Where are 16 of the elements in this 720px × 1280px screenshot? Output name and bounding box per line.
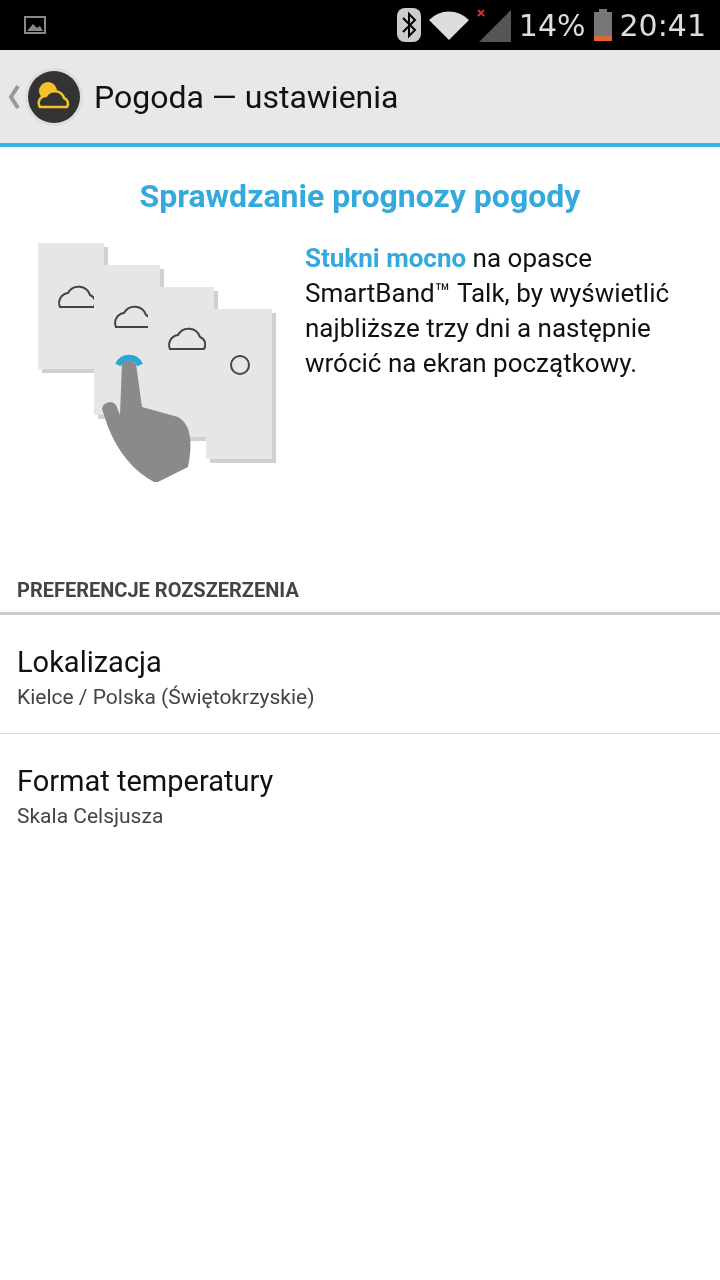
clock: 20:41 bbox=[619, 7, 706, 43]
image-icon bbox=[24, 16, 46, 34]
wifi-icon bbox=[428, 10, 469, 40]
bluetooth-icon bbox=[396, 8, 421, 42]
section-header: PREFERENCJE ROZSZERZENIA bbox=[0, 578, 720, 615]
weather-app-icon[interactable] bbox=[24, 66, 84, 127]
signal-icon bbox=[476, 8, 511, 42]
instruction-text: Stukni mocno na opasce SmartBand™ Talk, by wyświetlić najbliższe trzy dni a następnie wrócić na ekran początkowy. bbox=[305, 242, 671, 380]
screen-title: Pogoda — ustawienia bbox=[94, 77, 399, 116]
preference-summary: Kielce / Polska (Świętokrzyskie) bbox=[17, 685, 316, 709]
section-heading: Sprawdzanie prognozy pogody bbox=[138, 177, 582, 215]
battery-percent: 14% bbox=[518, 7, 586, 43]
battery-icon bbox=[593, 9, 612, 41]
preference-summary: Skala Celsjusza bbox=[17, 804, 165, 828]
preference-title[interactable]: Lokalizacja bbox=[17, 645, 703, 679]
preference-title[interactable]: Format temperatury bbox=[17, 764, 703, 798]
